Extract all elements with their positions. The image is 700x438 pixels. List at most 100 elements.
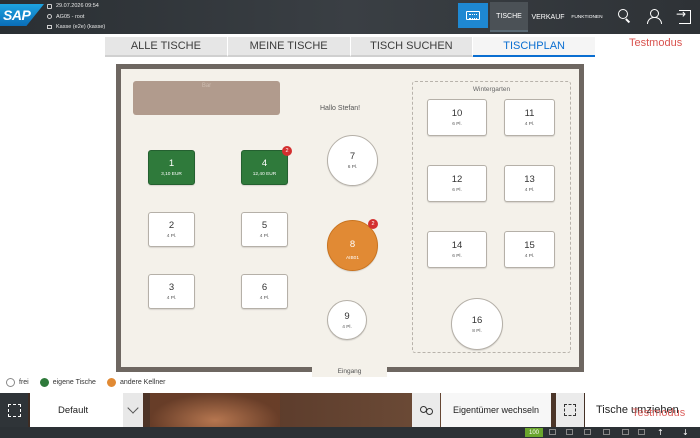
printer-icon — [549, 429, 556, 435]
table-13[interactable]: 13 4 Pl. — [504, 165, 555, 202]
order-count-badge: 2 — [368, 219, 378, 229]
session-date: 29.07.2026 09:54 — [56, 3, 99, 9]
top-header: SAP 29.07.2026 09:54 AG05 - root Kasse (… — [0, 0, 700, 34]
table-info: 6 Pl. — [347, 165, 358, 170]
table-info: 4 Pl. — [166, 234, 177, 239]
table-number: 11 — [524, 108, 535, 119]
logo-text: SAP — [3, 7, 31, 23]
session-register: Kasse (e2e) (kasse) — [56, 24, 106, 30]
calendar-icon — [47, 3, 52, 9]
table-2[interactable]: 2 4 Pl. — [148, 212, 195, 247]
tab-meine-tische[interactable]: MEINE TISCHE — [227, 37, 351, 57]
layout-edit-button[interactable] — [0, 393, 28, 427]
sap-logo: SAP — [0, 4, 44, 26]
table-3[interactable]: 3 4 Pl. — [148, 274, 195, 309]
tab-tisch-suchen[interactable]: TISCH SUCHEN — [350, 37, 474, 57]
arrow-up-icon[interactable]: ↑ — [657, 427, 664, 438]
bar-area: Bar — [133, 81, 280, 115]
table-number: 5 — [261, 220, 268, 231]
legend-label: eigene Tische — [52, 379, 96, 386]
table-11[interactable]: 11 4 Pl. — [504, 99, 555, 136]
greeting: Hallo Stefan! — [320, 105, 361, 112]
testmodus-label: Testmodus — [629, 37, 683, 49]
table-5[interactable]: 5 4 Pl. — [241, 212, 288, 247]
layout-select[interactable]: Default — [30, 393, 143, 427]
table-info: 4 Pl. — [166, 296, 177, 301]
table-number: 8 — [349, 238, 356, 250]
scanner-icon — [603, 429, 610, 435]
layout-select-value: Default — [58, 404, 89, 416]
tab-tischplan[interactable]: TISCHPLAN — [473, 37, 595, 57]
move-icon — [564, 404, 576, 416]
table-info: 4 Pl. — [342, 324, 352, 330]
table-number: 10 — [451, 108, 463, 119]
free-dot-icon — [6, 378, 15, 387]
table-14[interactable]: 14 6 Pl. — [427, 231, 487, 268]
table-8[interactable]: 8 AIB01 2 — [327, 219, 378, 271]
table-info: 12,40 EUR — [252, 172, 277, 177]
table-12[interactable]: 12 6 Pl. — [427, 165, 487, 202]
table-number: 7 — [349, 151, 356, 162]
keyboard-button[interactable] — [458, 3, 488, 28]
table-number: 2 — [168, 220, 175, 231]
table-number: 1 — [168, 158, 175, 169]
table-number: 13 — [524, 174, 535, 185]
table-info: 6 Pl. — [452, 122, 462, 127]
legend-andere: andere Kellner — [106, 378, 166, 387]
logout-icon[interactable] — [676, 7, 693, 24]
table-7[interactable]: 7 6 Pl. — [327, 135, 378, 186]
table-15[interactable]: 15 4 Pl. — [504, 231, 555, 268]
arrow-down-icon[interactable]: ↓ — [682, 427, 689, 438]
table-info: 4 Pl. — [259, 234, 270, 239]
layout-icon — [7, 403, 21, 417]
wintergarten-label: Wintergarten — [472, 86, 511, 93]
network-icon — [622, 429, 629, 435]
table-info: 4 Pl. — [524, 254, 535, 259]
table-number: 4 — [261, 158, 268, 169]
keyboard-icon — [466, 11, 480, 20]
search-icon[interactable] — [616, 8, 632, 24]
table-16[interactable]: 16 8 Pl. — [451, 298, 503, 350]
nav-verkauf[interactable]: VERKAUF — [530, 2, 566, 32]
floor-plan: Bar Hallo Stefan! Wintergarten Eingang 1… — [116, 64, 584, 377]
table-info: 6 Pl. — [452, 188, 462, 193]
order-count-badge: 2 — [282, 146, 292, 156]
action-bar: Default Eigentümer wechseln Tische umzie… — [0, 393, 700, 427]
nav-tische[interactable]: TISCHE — [490, 2, 528, 32]
table-number: 16 — [471, 314, 483, 326]
legend-label: andere Kellner — [119, 379, 166, 386]
owner-icon-button[interactable] — [412, 393, 440, 427]
display-icon — [584, 429, 591, 435]
background-photo — [150, 393, 280, 427]
change-owner-button[interactable]: Eigentümer wechseln — [441, 393, 551, 427]
table-4[interactable]: 4 12,40 EUR 2 — [241, 146, 292, 185]
table-1[interactable]: 1 3,10 EUR — [148, 150, 195, 185]
eingang-label: Eingang — [312, 367, 387, 377]
table-info: AIB01 — [345, 255, 360, 261]
table-info: 4 Pl. — [524, 188, 535, 193]
status-count-badge: 100 — [525, 428, 543, 437]
own-dot-icon — [39, 378, 49, 387]
session-user: AG05 - root — [56, 13, 85, 20]
table-info: 6 Pl. — [452, 254, 462, 259]
status-bar: 100 ↑ ↓ — [0, 427, 700, 438]
user-icon[interactable] — [646, 8, 662, 24]
table-9[interactable]: 9 4 Pl. — [327, 300, 367, 340]
drawer-icon — [566, 429, 573, 435]
testmodus-watermark: Testmodus — [632, 407, 686, 419]
table-info: 3,10 EUR — [161, 172, 182, 177]
table-6[interactable]: 6 4 Pl. — [241, 274, 288, 309]
table-tabs: ALLE TISCHE MEINE TISCHE TISCH SUCHEN TI… — [105, 37, 595, 57]
tab-alle-tische[interactable]: ALLE TISCHE — [105, 37, 228, 57]
table-10[interactable]: 10 6 Pl. — [427, 99, 487, 136]
other-dot-icon — [106, 378, 116, 387]
user-small-icon — [47, 14, 52, 20]
dropdown-toggle[interactable] — [123, 393, 143, 427]
chevron-down-icon — [127, 402, 139, 414]
table-number: 12 — [451, 174, 463, 185]
nav-funktionen[interactable]: FUNKTIONEN — [568, 2, 606, 32]
legend: frei eigene Tische andere Kellner — [6, 378, 176, 387]
move-icon-button[interactable] — [556, 393, 584, 427]
register-icon — [47, 25, 52, 30]
sync-icon — [638, 429, 645, 435]
